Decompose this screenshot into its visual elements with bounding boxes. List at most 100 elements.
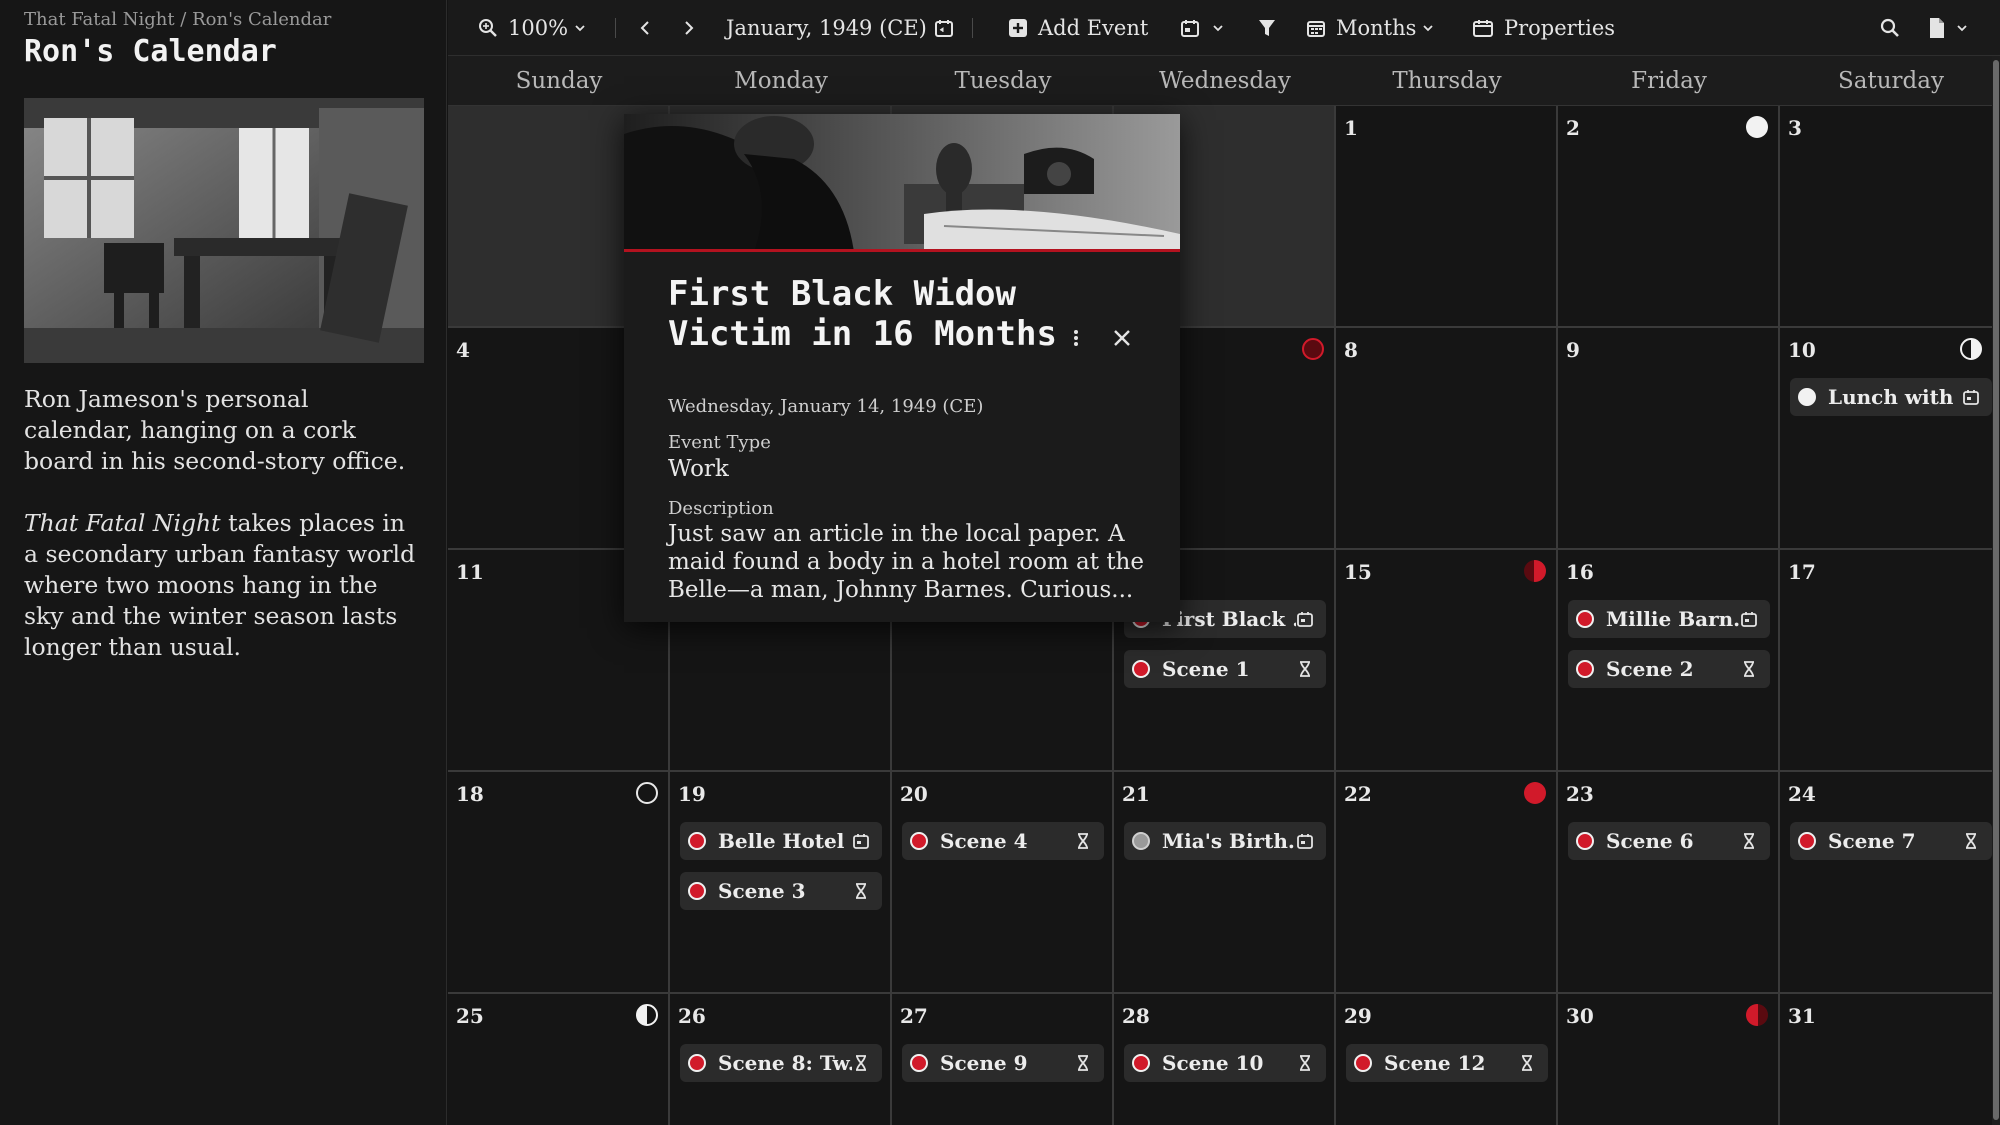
- day-cell-28[interactable]: 28 Scene 10: [1114, 994, 1334, 1125]
- event-color-dot: [1132, 832, 1150, 850]
- day-cell-18[interactable]: 18: [448, 772, 668, 992]
- event-mias-birthday[interactable]: Mia's Birth...: [1124, 822, 1326, 860]
- calendar-event-icon: [1740, 611, 1758, 627]
- day-cell-15[interactable]: 15: [1336, 550, 1556, 770]
- event-scene-9[interactable]: Scene 9: [902, 1044, 1104, 1082]
- calendar-scrollbar[interactable]: [1992, 56, 2000, 1125]
- day-cell-20[interactable]: 20 Scene 4: [892, 772, 1112, 992]
- event-description-label: Description: [668, 498, 774, 519]
- chevron-left-icon: [638, 19, 652, 37]
- hourglass-icon: [1740, 833, 1758, 849]
- day-number: 24: [1788, 782, 1816, 806]
- filter-button[interactable]: [1258, 10, 1276, 46]
- event-belle-hotel[interactable]: Belle Hotel ...: [680, 822, 882, 860]
- calendar-description: Ron Jameson's personal calendar, hanging…: [24, 385, 406, 475]
- day-number: 29: [1344, 1004, 1372, 1028]
- go-to-today-button[interactable]: [934, 10, 954, 46]
- day-number: 28: [1122, 1004, 1150, 1028]
- event-type-label: Event Type: [668, 432, 771, 453]
- calendar-properties-icon: [1472, 18, 1494, 38]
- view-mode-dropdown[interactable]: Months: [1306, 10, 1434, 46]
- event-scene-7[interactable]: Scene 7: [1790, 822, 1992, 860]
- event-color-dot: [1576, 660, 1594, 678]
- hourglass-icon: [1518, 1055, 1536, 1071]
- day-number: 15: [1344, 560, 1372, 584]
- day-cell-25[interactable]: 25: [448, 994, 668, 1125]
- more-options-button[interactable]: [1064, 324, 1088, 352]
- half-moon-icon: [636, 1004, 658, 1026]
- day-cell-21[interactable]: 21 Mia's Birth...: [1114, 772, 1334, 992]
- day-cell-29[interactable]: 29 Scene 12: [1336, 994, 1556, 1125]
- page-options-dropdown[interactable]: [1928, 10, 1968, 46]
- add-event-label: Add Event: [1038, 16, 1149, 40]
- breadcrumb[interactable]: That Fatal Night / Ron's Calendar: [24, 9, 331, 30]
- day-cell-17[interactable]: 17: [1780, 550, 1992, 770]
- day-cell-10[interactable]: 10 Lunch with ...: [1780, 328, 1992, 548]
- scrollbar-thumb[interactable]: [1993, 60, 1999, 1120]
- event-lunch[interactable]: Lunch with ...: [1790, 378, 1992, 416]
- day-number: 9: [1566, 338, 1580, 362]
- day-cell-31[interactable]: 31: [1780, 994, 1992, 1125]
- event-scene-8[interactable]: Scene 8: Tw...: [680, 1044, 882, 1082]
- hourglass-icon: [1296, 661, 1314, 677]
- day-cell-9[interactable]: 9: [1558, 328, 1778, 548]
- event-scene-2[interactable]: Scene 2: [1568, 650, 1770, 688]
- event-color-dot: [1132, 660, 1150, 678]
- event-label: Scene 12: [1384, 1051, 1486, 1075]
- previous-month-button[interactable]: [638, 10, 652, 46]
- event-millie-barnes[interactable]: Millie Barn...: [1568, 600, 1770, 638]
- current-date-label[interactable]: January, 1949 (CE): [726, 10, 927, 46]
- weekday-sunday: Sunday: [515, 68, 603, 94]
- day-number: 20: [900, 782, 928, 806]
- view-mode-label: Months: [1336, 16, 1417, 40]
- hourglass-icon: [1962, 833, 1980, 849]
- event-type-dropdown[interactable]: [1180, 10, 1224, 46]
- event-label: First Black ...: [1162, 607, 1296, 631]
- add-event-button[interactable]: Add Event: [1008, 10, 1148, 46]
- day-cell-23[interactable]: 23 Scene 6: [1558, 772, 1778, 992]
- day-cell-19[interactable]: 19 Belle Hotel ... Scene 3: [670, 772, 890, 992]
- event-scene-3[interactable]: Scene 3: [680, 872, 882, 910]
- plus-square-icon: [1008, 18, 1028, 38]
- event-scene-1[interactable]: Scene 1: [1124, 650, 1326, 688]
- event-scene-4[interactable]: Scene 4: [902, 822, 1104, 860]
- hourglass-icon: [1740, 661, 1758, 677]
- calendar-description-world: That Fatal Night takes places in a secon…: [24, 508, 424, 663]
- day-number: 30: [1566, 1004, 1594, 1028]
- event-title: First Black Widow Victim in 16 Months: [668, 274, 1057, 354]
- day-cell-26[interactable]: 26 Scene 8: Tw...: [670, 994, 890, 1125]
- properties-button[interactable]: Properties: [1472, 10, 1615, 46]
- red-moon-new-icon: [1302, 338, 1324, 360]
- properties-label: Properties: [1504, 16, 1616, 40]
- day-number: 22: [1344, 782, 1372, 806]
- close-popup-button[interactable]: [1108, 324, 1136, 352]
- search-button[interactable]: [1880, 10, 1900, 46]
- event-scene-10[interactable]: Scene 10: [1124, 1044, 1326, 1082]
- day-number: 11: [456, 560, 484, 584]
- event-scene-6[interactable]: Scene 6: [1568, 822, 1770, 860]
- chevron-down-icon: [1956, 22, 1968, 34]
- more-vertical-icon: [1074, 330, 1078, 346]
- event-label: Scene 7: [1828, 829, 1916, 853]
- day-cell-24[interactable]: 24 Scene 7: [1780, 772, 1992, 992]
- filter-icon: [1258, 18, 1276, 38]
- day-cell-16[interactable]: 16 Millie Barn... Scene 2: [1558, 550, 1778, 770]
- event-label: Scene 3: [718, 879, 806, 903]
- day-number: 18: [456, 782, 484, 806]
- day-number: 27: [900, 1004, 928, 1028]
- red-full-moon-icon: [1524, 782, 1546, 804]
- day-number: 4: [456, 338, 470, 362]
- event-scene-12[interactable]: Scene 12: [1346, 1044, 1548, 1082]
- zoom-dropdown[interactable]: 100%: [478, 10, 586, 46]
- day-cell-2[interactable]: 2: [1558, 106, 1778, 326]
- day-cell-3[interactable]: 3: [1780, 106, 1992, 326]
- event-label: Belle Hotel ...: [718, 829, 852, 853]
- day-number: 16: [1566, 560, 1594, 584]
- day-cell-1[interactable]: 1: [1336, 106, 1556, 326]
- day-cell-30[interactable]: 30: [1558, 994, 1778, 1125]
- day-cell-22[interactable]: 22: [1336, 772, 1556, 992]
- event-popup: First Black Widow Victim in 16 Months We…: [624, 114, 1180, 622]
- day-cell-8[interactable]: 8: [1336, 328, 1556, 548]
- next-month-button[interactable]: [682, 10, 696, 46]
- day-cell-27[interactable]: 27 Scene 9: [892, 994, 1112, 1125]
